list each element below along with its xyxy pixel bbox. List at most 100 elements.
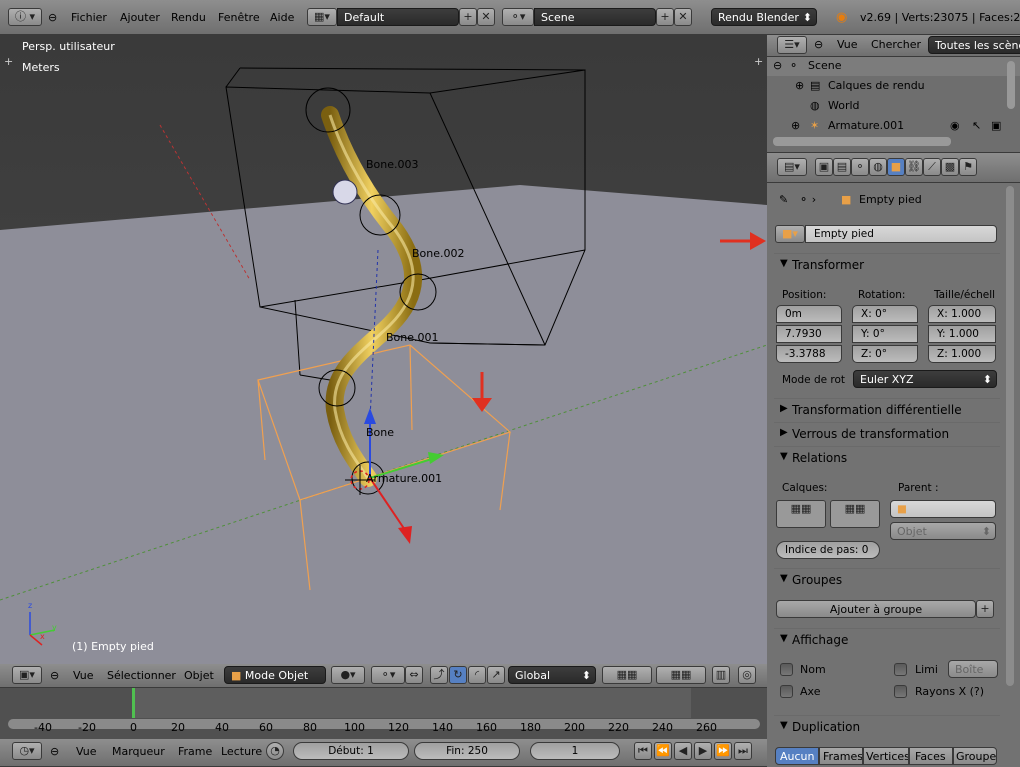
layer-grid-1[interactable]: ▦▦ — [602, 666, 652, 684]
tab-scene-icon[interactable]: ⚬ — [851, 158, 869, 176]
object-name-field[interactable]: Empty pied — [805, 225, 997, 243]
jump-start-icon[interactable]: ⏮ — [634, 742, 652, 760]
tab-layers-icon[interactable]: ▤ — [833, 158, 851, 176]
rotation-z[interactable]: Z: 0° — [852, 345, 918, 363]
menu-object[interactable]: Objet — [184, 669, 214, 682]
mode-select[interactable]: ■ Mode Objet — [224, 666, 326, 684]
outliner-row-scene[interactable] — [767, 57, 1020, 76]
translate-icon[interactable]: ⤴ — [430, 666, 448, 684]
prev-key-icon[interactable]: ⏪ — [654, 742, 672, 760]
current-frame-marker[interactable] — [132, 688, 135, 718]
section-transform[interactable]: ▼ Transformer — [774, 253, 1000, 275]
timeline-scrollbar[interactable] — [8, 719, 760, 729]
viewport-3d[interactable]: Persp. utilisateur Meters Bone.003 Bone.… — [0, 35, 767, 664]
outliner-item-world[interactable]: World — [828, 99, 860, 112]
tl-menu-frame[interactable]: Frame — [178, 745, 212, 758]
plus-icon-left[interactable]: + — [4, 55, 13, 68]
frame-start[interactable]: Début: 1 — [293, 742, 409, 760]
viewport-scene[interactable] — [0, 35, 767, 664]
position-x[interactable]: 0m — [776, 305, 842, 323]
plus-icon-right[interactable]: + — [754, 55, 763, 68]
manipulator-toggle-icon[interactable]: ⇔ — [405, 666, 423, 684]
menu-add[interactable]: Ajouter — [120, 11, 160, 24]
orientation-select[interactable]: Global ⬍ — [508, 666, 596, 684]
collapse-icon[interactable]: ⊖ — [814, 38, 823, 51]
scale-icon[interactable]: ◜ — [468, 666, 486, 684]
checkbox-axis[interactable] — [780, 685, 793, 698]
outliner-filter-select[interactable]: Toutes les scènes — [928, 36, 1020, 54]
editor-type-3d-icon[interactable]: ▣▾ — [12, 666, 42, 684]
dup-tab-frames[interactable]: Frames — [819, 747, 863, 765]
camera-render-icon[interactable]: ▣ — [991, 119, 1001, 132]
parent-field[interactable]: ■ — [890, 500, 996, 518]
object-datablock-icon[interactable]: ■▾ — [775, 225, 805, 243]
rotate-icon[interactable]: ↻ — [449, 666, 467, 684]
layer-grid-b[interactable]: ▦▦ — [830, 500, 880, 528]
layer-grid-2[interactable]: ▦▦ — [656, 666, 706, 684]
properties-scrollbar[interactable] — [1006, 186, 1014, 686]
pin-icon[interactable]: ✎ — [779, 193, 788, 206]
eye-icon[interactable]: ◉ — [950, 119, 960, 132]
dup-tab-vertices[interactable]: Vertices — [863, 747, 909, 765]
frame-end[interactable]: Fin: 250 — [414, 742, 520, 760]
add-to-group-button[interactable]: Ajouter à groupe — [776, 600, 976, 618]
dup-tab-faces[interactable]: Faces — [909, 747, 953, 765]
bounds-type-select[interactable]: Boîte — [948, 660, 998, 678]
render-preview-icon[interactable]: ◎ — [738, 666, 756, 684]
add-group-plus-icon[interactable]: + — [976, 600, 994, 618]
position-y[interactable]: 7.7930 — [776, 325, 842, 343]
scene-icon[interactable]: ⚬▾ — [502, 8, 534, 26]
tl-menu-view[interactable]: Vue — [76, 745, 97, 758]
rotation-y[interactable]: Y: 0° — [852, 325, 918, 343]
section-groups[interactable]: ▼ Groupes — [774, 568, 1000, 590]
dup-tab-group[interactable]: Groupe — [953, 747, 997, 765]
checkbox-xray[interactable] — [894, 685, 907, 698]
expand-icon[interactable]: ⊕ — [795, 79, 804, 92]
dup-tab-none[interactable]: Aucun — [775, 747, 819, 765]
preview-range-icon[interactable]: ◔ — [266, 742, 284, 760]
play-icon[interactable]: ▶ — [694, 742, 712, 760]
collapse-icon[interactable]: ⊖ — [50, 745, 59, 758]
shading-icon[interactable]: ●▾ — [331, 666, 365, 684]
next-key-icon[interactable]: ⏩ — [714, 742, 732, 760]
outliner-menu-view[interactable]: Vue — [837, 38, 858, 51]
tab-physics-icon[interactable]: ⚑ — [959, 158, 977, 176]
position-z[interactable]: -3.3788 — [776, 345, 842, 363]
parent-type-select[interactable]: Objet ⬍ — [890, 522, 996, 540]
scale-z[interactable]: Z: 1.000 — [928, 345, 996, 363]
editor-type-timeline-icon[interactable]: ◷▾ — [12, 742, 42, 760]
menu-window[interactable]: Fenêtre — [218, 11, 260, 24]
tl-menu-playback[interactable]: Lecture — [221, 745, 262, 758]
layout-remove-icon[interactable]: ✕ — [477, 8, 495, 26]
outliner-hscrollbar[interactable] — [773, 137, 951, 146]
expand-icon[interactable]: ⊕ — [791, 119, 800, 132]
scale-y[interactable]: Y: 1.000 — [928, 325, 996, 343]
pass-index-field[interactable]: Indice de pas: 0 — [776, 541, 880, 559]
frame-current[interactable]: 1 — [530, 742, 620, 760]
tab-texture-icon[interactable]: ▩ — [941, 158, 959, 176]
play-reverse-icon[interactable]: ◀ — [674, 742, 692, 760]
section-transform-locks[interactable]: ▶ Verrous de transformation — [774, 422, 1000, 444]
menu-help[interactable]: Aide — [270, 11, 294, 24]
render-engine-select[interactable]: Rendu Blender ⬍ — [711, 8, 817, 26]
tab-render-icon[interactable]: ▣ — [815, 158, 833, 176]
lock-camera-icon[interactable]: ▥ — [712, 666, 730, 684]
editor-type-info-icon[interactable]: ⓘ ▾ — [8, 8, 42, 26]
tl-menu-marker[interactable]: Marqueur — [112, 745, 165, 758]
expand-icon[interactable]: ⊖ — [773, 59, 782, 72]
tab-constraints-icon[interactable]: ⛓ — [905, 158, 923, 176]
tab-object-icon[interactable]: ■ — [887, 158, 905, 176]
tab-modifiers-icon[interactable]: ⟋ — [923, 158, 941, 176]
scene-remove-icon[interactable]: ✕ — [674, 8, 692, 26]
layout-add-icon[interactable]: + — [459, 8, 477, 26]
rot-mode-select[interactable]: Euler XYZ ⬍ — [853, 370, 997, 388]
outliner-scrollbar[interactable] — [1007, 61, 1015, 109]
scene-add-icon[interactable]: + — [656, 8, 674, 26]
outliner-item-render-layers[interactable]: Calques de rendu — [828, 79, 925, 92]
editor-type-outliner-icon[interactable]: ☰▾ — [777, 36, 807, 54]
scale-x[interactable]: X: 1.000 — [928, 305, 996, 323]
pointer-icon[interactable]: ↖ — [972, 119, 981, 132]
editor-type-properties-icon[interactable]: ▤▾ — [777, 158, 807, 176]
menu-select[interactable]: Sélectionner — [107, 669, 176, 682]
section-relations[interactable]: ▼ Relations — [774, 446, 1000, 468]
